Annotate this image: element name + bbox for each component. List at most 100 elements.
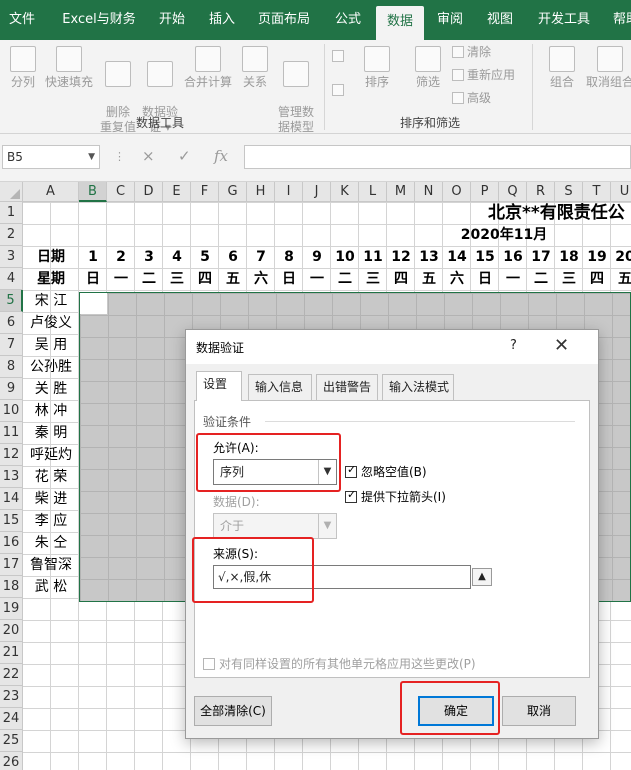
clear-filter-button[interactable]: 清除 [452,44,491,60]
tab-home[interactable]: 开始 [150,0,194,40]
row-header-16[interactable]: 16 [0,532,23,554]
row-header-2[interactable]: 2 [0,224,23,246]
column-header-g[interactable]: G [219,182,247,202]
tab-view[interactable]: 视图 [478,0,522,40]
select-all-corner[interactable] [0,182,23,202]
column-header-p[interactable]: P [471,182,499,202]
ungroup-button[interactable]: 取消组合 [584,46,631,90]
more-options-icon: ⋮ [114,150,125,163]
column-header-i[interactable]: I [275,182,303,202]
row-header-4[interactable]: 4 [0,268,23,290]
column-header-d[interactable]: D [135,182,163,202]
row-header-19[interactable]: 19 [0,598,23,620]
tab-input-message[interactable]: 输入信息 [248,374,312,400]
row-header-26[interactable]: 26 [0,752,23,770]
tab-insert[interactable]: 插入 [200,0,244,40]
clear-all-button[interactable]: 全部清除(C) [194,696,272,726]
row-header-10[interactable]: 10 [0,400,23,422]
column-header-h[interactable]: H [247,182,275,202]
row-header-14[interactable]: 14 [0,488,23,510]
close-icon[interactable]: ✕ [554,335,569,356]
row-header-5[interactable]: 5 [0,290,23,312]
employee-name-cell: 李 应 [34,513,68,529]
row-header-7[interactable]: 7 [0,334,23,356]
tab-settings[interactable]: 设置 [196,371,242,401]
column-header-e[interactable]: E [163,182,191,202]
column-header-q[interactable]: Q [499,182,527,202]
sort-za-button[interactable] [332,82,347,98]
row-header-20[interactable]: 20 [0,620,23,642]
row-header-8[interactable]: 8 [0,356,23,378]
manage-data-model-button[interactable]: 管理数 据模型 [276,46,316,135]
relationships-button[interactable]: 关系 [238,46,272,90]
flash-fill-button[interactable]: 快速填充 [44,46,94,90]
manage-data-model-label: 管理数 据模型 [277,105,314,134]
group-button[interactable]: 组合 [542,46,582,90]
ignore-blank-checkbox[interactable]: 忽略空值(B) [345,463,427,480]
cancel-button[interactable]: 取消 [502,696,576,726]
help-icon[interactable]: ? [510,338,517,353]
column-header-r[interactable]: R [527,182,555,202]
column-header-u[interactable]: U [611,182,631,202]
tab-error-alert[interactable]: 出错警告 [316,374,378,400]
row-header-11[interactable]: 11 [0,422,23,444]
consolidate-button[interactable]: 合并计算 [182,46,234,90]
formula-input[interactable] [244,145,631,169]
fx-icon[interactable]: fx [214,147,228,165]
tab-review[interactable]: 审阅 [428,0,472,40]
column-header-l[interactable]: L [359,182,387,202]
apply-all-checkbox[interactable]: 对有同样设置的所有其他单元格应用这些更改(P) [203,655,476,672]
row-header-22[interactable]: 22 [0,664,23,686]
row-header-21[interactable]: 21 [0,642,23,664]
row-header-13[interactable]: 13 [0,466,23,488]
employee-name-cell: 朱 仝 [34,535,68,551]
date-cell: 3 [144,249,154,265]
column-header-m[interactable]: M [387,182,415,202]
row-header-25[interactable]: 25 [0,730,23,752]
column-header-k[interactable]: K [331,182,359,202]
column-header-f[interactable]: F [191,182,219,202]
row-header-3[interactable]: 3 [0,246,23,268]
column-header-c[interactable]: C [107,182,135,202]
row-header-18[interactable]: 18 [0,576,23,598]
column-header-b[interactable]: B [79,182,107,202]
chevron-down-icon[interactable]: ▼ [88,146,95,168]
tab-developer[interactable]: 开发工具 [530,0,598,40]
column-header-s[interactable]: S [555,182,583,202]
tab-excel-finance[interactable]: Excel与财务 [58,0,140,40]
row-header-6[interactable]: 6 [0,312,23,334]
tab-formulas[interactable]: 公式 [326,0,370,40]
row-header-24[interactable]: 24 [0,708,23,730]
row-header-17[interactable]: 17 [0,554,23,576]
name-box[interactable]: B5 ▼ [2,145,100,169]
filter-button[interactable]: 筛选 [408,46,448,90]
sort-az-button[interactable] [332,48,347,64]
text-to-columns-button[interactable]: 分列 [6,46,40,90]
row-header-23[interactable]: 23 [0,686,23,708]
active-cell[interactable] [80,293,107,314]
column-header-o[interactable]: O [443,182,471,202]
row-header-1[interactable]: 1 [0,202,23,224]
data-operator-select: 介于 ▼ [213,513,337,539]
collapse-dialog-icon[interactable]: ▲ [472,568,492,586]
group-icon [549,46,575,72]
row-header-15[interactable]: 15 [0,510,23,532]
in-cell-dropdown-checkbox[interactable]: 提供下拉箭头(I) [345,488,446,505]
row-header-12[interactable]: 12 [0,444,23,466]
check-icon[interactable]: ✓ [178,147,191,165]
cancel-icon[interactable]: × [142,147,155,165]
tab-ime-mode[interactable]: 输入法模式 [382,374,454,400]
tab-data[interactable]: 数据 [376,6,424,40]
row-header-9[interactable]: 9 [0,378,23,400]
tab-help[interactable]: 帮助 [606,0,631,40]
advanced-filter-button[interactable]: 高级 [452,90,491,106]
column-header-a[interactable]: A [23,182,79,202]
reapply-button[interactable]: 重新应用 [452,67,515,83]
sort-button[interactable]: 排序 [358,46,396,90]
tab-file[interactable]: 文件 [0,0,44,40]
column-header-n[interactable]: N [415,182,443,202]
column-header-t[interactable]: T [583,182,611,202]
tab-page-layout[interactable]: 页面布局 [250,0,318,40]
text-to-columns-label: 分列 [10,75,35,89]
column-header-j[interactable]: J [303,182,331,202]
